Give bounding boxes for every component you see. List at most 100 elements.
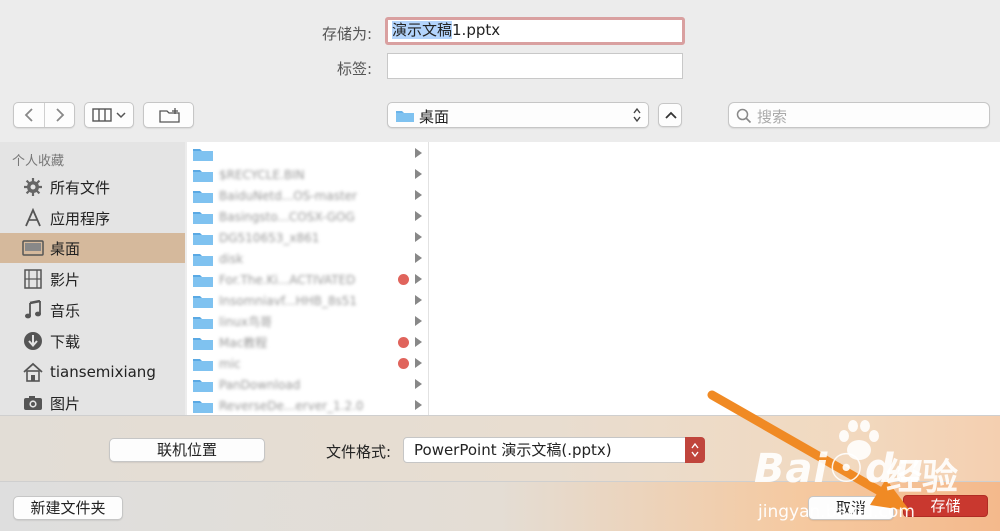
tags-input[interactable] <box>387 53 683 79</box>
file-row[interactable]: mic <box>187 353 428 374</box>
folder-icon <box>193 148 213 161</box>
sidebar: 个人收藏 所有文件 应用程序 桌面 影片 音乐 下载 tiansemixiang… <box>0 142 185 415</box>
save-form: 存储为: 演示文稿1.pptx 标签: <box>0 0 1000 90</box>
file-row[interactable]: BaiduNetd...OS-master <box>187 185 428 206</box>
sidebar-item-label: 桌面 <box>50 239 81 258</box>
file-row[interactable]: $RECYCLE.BIN <box>187 164 428 185</box>
disclosure-arrow-icon <box>415 274 422 284</box>
disclosure-arrow-icon <box>415 358 422 368</box>
folder-icon <box>193 316 213 329</box>
file-name: Basingsto...COSX-GOG <box>219 209 355 224</box>
location-label: 桌面 <box>419 108 450 126</box>
sidebar-header: 个人收藏 <box>12 154 65 169</box>
sidebar-item-label: 音乐 <box>50 301 81 320</box>
file-row[interactable]: disk <box>187 248 428 269</box>
file-name: Insomniavf...HHB_8s51 <box>219 293 358 308</box>
folder-icon <box>396 109 414 122</box>
disclosure-arrow-icon <box>415 190 422 200</box>
folder-icon <box>193 232 213 245</box>
file-row[interactable]: linux鸟哥 <box>187 311 428 332</box>
location-popup[interactable]: 桌面 <box>387 102 649 128</box>
cancel-button[interactable]: 取消 <box>808 496 894 520</box>
sidebar-item-label: 应用程序 <box>50 209 111 228</box>
bottom-bar: 新建文件夹 取消 <box>0 481 1000 531</box>
sidebar-item-label: 所有文件 <box>50 178 111 197</box>
new-folder-button[interactable]: 新建文件夹 <box>13 496 123 520</box>
chevron-left-icon[interactable] <box>14 103 45 127</box>
disclosure-arrow-icon <box>415 169 422 179</box>
red-tag-icon <box>398 358 409 369</box>
download-icon <box>22 330 44 352</box>
sidebar-item-desktop[interactable]: 桌面 <box>0 233 185 263</box>
folder-icon <box>193 400 213 413</box>
save-button[interactable]: 存储 <box>903 495 988 517</box>
disclosure-arrow-icon <box>415 379 422 389</box>
search-icon <box>736 108 752 124</box>
sidebar-item-applications[interactable]: 应用程序 <box>0 203 185 233</box>
file-row[interactable]: Mac教程 <box>187 332 428 353</box>
sidebar-item-movies[interactable]: 影片 <box>0 264 185 294</box>
camera-icon <box>22 392 44 414</box>
disclosure-arrow-icon <box>415 148 422 158</box>
file-name: disk <box>219 251 244 266</box>
file-name: $RECYCLE.BIN <box>219 167 305 182</box>
folder-icon <box>193 274 213 287</box>
disclosure-arrow-icon <box>415 211 422 221</box>
file-row[interactable]: For.The.Ki...ACTIVATED <box>187 269 428 290</box>
search-field[interactable]: 搜索 <box>728 102 990 128</box>
home-icon <box>22 361 44 383</box>
sidebar-item-all-files[interactable]: 所有文件 <box>0 172 185 202</box>
save-as-label: 存储为: <box>321 25 372 43</box>
file-row[interactable] <box>187 143 428 164</box>
sidebar-item-label: 图片 <box>50 394 81 413</box>
disclosure-arrow-icon <box>415 316 422 326</box>
folder-icon <box>193 358 213 371</box>
file-row[interactable]: Basingsto...COSX-GOG <box>187 206 428 227</box>
collapse-chevron-icon[interactable] <box>658 103 682 127</box>
folder-icon <box>193 337 213 350</box>
file-row[interactable]: ReverseDe...erver_1.2.0 <box>187 395 428 415</box>
tags-label: 标签: <box>336 60 372 78</box>
file-format-label: 文件格式: <box>326 443 392 461</box>
updown-chevron-icon <box>685 437 705 463</box>
applications-icon <box>22 207 44 229</box>
disclosure-arrow-icon <box>415 253 422 263</box>
column-view-icon[interactable] <box>84 102 134 128</box>
chevron-right-icon[interactable] <box>45 103 75 127</box>
save-as-input[interactable]: 演示文稿1.pptx <box>385 17 685 45</box>
nav-buttons <box>13 102 75 128</box>
sidebar-item-music[interactable]: 音乐 <box>0 295 185 325</box>
file-name: mic <box>219 356 241 371</box>
folder-icon <box>193 211 213 224</box>
new-folder-icon[interactable] <box>143 102 194 128</box>
file-name: For.The.Ki...ACTIVATED <box>219 272 356 287</box>
sidebar-item-label: 影片 <box>50 270 81 289</box>
sidebar-item-downloads[interactable]: 下载 <box>0 326 185 356</box>
file-row[interactable]: DG510653_x861 <box>187 227 428 248</box>
folder-icon <box>193 190 213 203</box>
save-as-selected-text: 演示文稿 <box>392 21 453 39</box>
file-browser: $RECYCLE.BIN BaiduNetd...OS-master Basings… <box>187 142 1000 415</box>
file-name: PanDownload <box>219 377 301 392</box>
disclosure-arrow-icon <box>415 337 422 347</box>
desktop-icon <box>22 237 44 259</box>
sidebar-item-label: tiansemixiang <box>50 363 156 381</box>
folder-icon <box>193 379 213 392</box>
file-name: Mac教程 <box>219 336 268 350</box>
folder-icon <box>193 253 213 266</box>
disclosure-arrow-icon <box>415 295 422 305</box>
gear-icon <box>22 176 44 198</box>
disclosure-arrow-icon <box>415 232 422 242</box>
file-name: linux鸟哥 <box>219 315 272 329</box>
sidebar-item-label: 下载 <box>50 332 81 351</box>
sidebar-item-pictures[interactable]: 图片 <box>0 388 185 418</box>
red-tag-icon <box>398 337 409 348</box>
file-row[interactable]: PanDownload <box>187 374 428 395</box>
online-locations-button[interactable]: 联机位置 <box>109 438 265 462</box>
file-row[interactable]: Insomniavf...HHB_8s51 <box>187 290 428 311</box>
film-icon <box>22 268 44 290</box>
sidebar-item-home[interactable]: tiansemixiang <box>0 357 185 387</box>
folder-icon <box>193 295 213 308</box>
music-icon <box>22 299 44 321</box>
file-format-select[interactable]: PowerPoint 演示文稿(.pptx) <box>403 437 705 463</box>
